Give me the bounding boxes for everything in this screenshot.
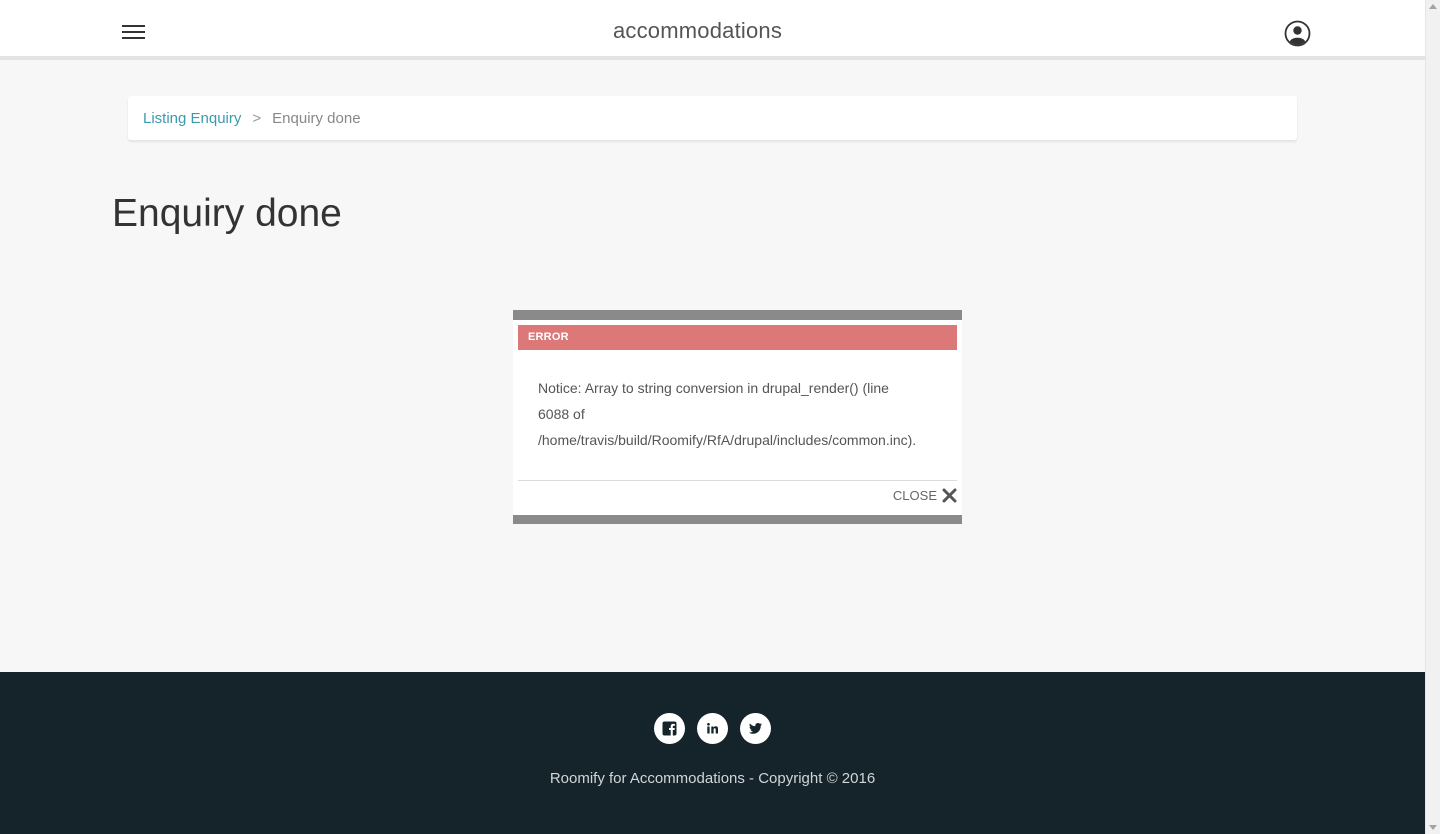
- site-title[interactable]: accommodations: [0, 18, 1395, 44]
- modal-message-line: Notice: Array to string conversion in dr…: [538, 380, 889, 396]
- breadcrumb-link-listing-enquiry[interactable]: Listing Enquiry: [143, 110, 241, 127]
- scroll-up-arrow-icon[interactable]: [1429, 4, 1437, 9]
- close-x-icon: [942, 488, 957, 503]
- error-modal: ERROR Notice: Array to string conversion…: [513, 310, 962, 524]
- page: accommodations Listing Enquiry > Enquiry…: [0, 0, 1425, 834]
- modal-header: ERROR: [518, 325, 957, 350]
- modal-footer: CLOSE: [518, 480, 957, 511]
- modal-message-line: /home/travis/build/Roomify/RfA/drupal/in…: [538, 432, 917, 448]
- twitter-icon[interactable]: [740, 713, 771, 744]
- modal-message-line: 6088 of: [538, 406, 585, 422]
- modal-message: Notice: Array to string conversion in dr…: [518, 350, 957, 480]
- breadcrumb: Listing Enquiry > Enquiry done: [128, 96, 1297, 140]
- social-links: [0, 713, 1425, 744]
- linkedin-icon[interactable]: [697, 713, 728, 744]
- user-account-icon[interactable]: [1284, 20, 1311, 47]
- scroll-down-arrow-icon[interactable]: [1429, 825, 1437, 830]
- site-header: accommodations: [0, 0, 1425, 60]
- site-footer: Roomify for Accommodations - Copyright ©…: [0, 672, 1425, 834]
- page-title: Enquiry done: [112, 192, 342, 235]
- breadcrumb-current: Enquiry done: [272, 109, 361, 127]
- vertical-scrollbar[interactable]: [1425, 0, 1440, 834]
- close-label: CLOSE: [892, 488, 937, 503]
- breadcrumb-separator: >: [252, 109, 262, 127]
- copyright-text: Roomify for Accommodations - Copyright ©…: [549, 770, 876, 787]
- close-button[interactable]: CLOSE: [893, 488, 957, 503]
- facebook-icon[interactable]: [654, 713, 685, 744]
